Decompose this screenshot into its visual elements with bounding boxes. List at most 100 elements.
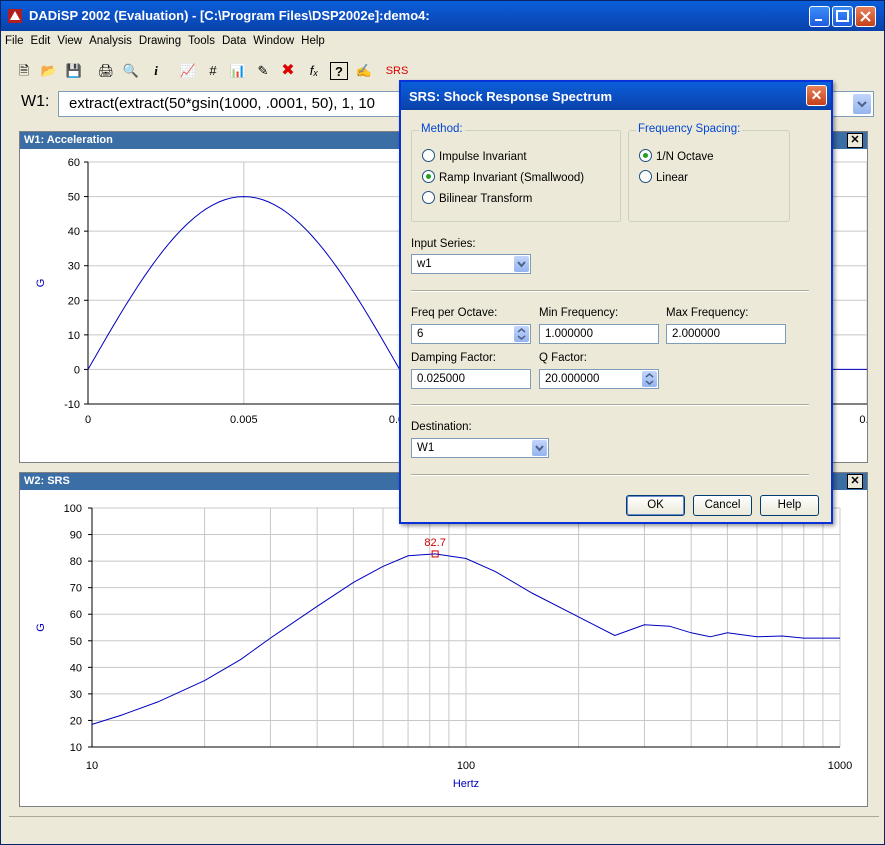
chevron-down-icon[interactable] (514, 256, 529, 272)
cancel-button[interactable]: Cancel (693, 495, 752, 516)
method-bilinear-radio[interactable]: Bilinear Transform (422, 191, 532, 205)
method-impulse-radio[interactable]: Impulse Invariant (422, 149, 527, 163)
method-label: Method: (419, 123, 465, 135)
close-button[interactable] (855, 6, 876, 27)
function-icon[interactable]: fₓ (305, 62, 323, 80)
radio-circle-selected (422, 170, 435, 183)
ok-button[interactable]: OK (626, 495, 685, 516)
w2-y-tick-label: 20 (70, 715, 82, 727)
bar-chart-icon[interactable]: 📊 (229, 62, 247, 80)
w2-y-tick-label: 60 (70, 609, 82, 621)
stop-icon[interactable]: ✖ (279, 62, 297, 80)
w2-y-axis-label: G (35, 623, 47, 632)
divider (411, 474, 809, 476)
command-text: extract(extract(50*gsin(1000, .0001, 50)… (69, 95, 376, 112)
destination-value: W1 (417, 442, 435, 454)
radio-label: Bilinear Transform (439, 193, 533, 205)
freq-per-octave-spinner[interactable]: 6 (411, 324, 531, 344)
menu-window[interactable]: Window (249, 31, 297, 47)
menu-file[interactable]: File (1, 31, 27, 47)
radio-circle (639, 170, 652, 183)
w2-title: W2: SRS (24, 475, 70, 487)
w1-x-tick-label: 0.0 (859, 414, 867, 426)
print-preview-icon[interactable]: 🔍 (122, 62, 140, 80)
window-title: DADiSP 2002 (Evaluation) - [C:\Program F… (29, 8, 430, 23)
spinner-arrows-icon[interactable] (642, 371, 657, 387)
new-file-icon[interactable]: 🗎 (15, 62, 33, 80)
w1-y-tick-label: 30 (68, 261, 80, 273)
w1-y-tick-label: 10 (68, 330, 80, 342)
radio-circle (422, 191, 435, 204)
radio-circle (422, 149, 435, 162)
grid-icon[interactable]: # (204, 62, 222, 80)
input-series-select[interactable]: w1 (411, 254, 531, 274)
w2-y-tick-label: 80 (70, 556, 82, 568)
edit-icon[interactable]: ✍ (355, 62, 373, 80)
w1-y-tick-label: 50 (68, 192, 80, 204)
dialog-close-icon[interactable]: ✕ (806, 85, 827, 106)
freq-per-octave-value: 6 (417, 328, 424, 340)
chevron-down-icon[interactable] (532, 440, 547, 456)
menu-edit[interactable]: Edit (27, 31, 54, 47)
annotate-icon[interactable]: ✎ (254, 62, 272, 80)
destination-select[interactable]: W1 (411, 438, 549, 458)
radio-label: Impulse Invariant (439, 151, 527, 163)
damping-label: Damping Factor: (411, 352, 497, 364)
w2-plot[interactable]: 100 90 80 70 60 50 40 30 20 10 10 100 1000 G Hertz 82.7 (20, 490, 867, 806)
damping-field[interactable]: 0.025000 (411, 369, 531, 389)
w1-title: W1: Acceleration (24, 134, 113, 146)
max-frequency-label: Max Frequency: (666, 307, 749, 319)
srs-button[interactable]: SRS (383, 62, 411, 80)
save-icon[interactable]: 💾 (65, 62, 83, 80)
w2-y-tick-label: 70 (70, 583, 82, 595)
open-folder-icon[interactable]: 📂 (40, 62, 58, 80)
line-chart-icon[interactable]: 📈 (179, 62, 197, 80)
spacing-octave-radio[interactable]: 1/N Octave (639, 149, 714, 163)
w2-x-tick-label: 1000 (828, 760, 852, 772)
spinner-arrows-icon[interactable] (514, 326, 529, 342)
w2-x-tick-label: 10 (86, 760, 98, 772)
q-factor-label: Q Factor: (539, 352, 587, 364)
menu-drawing[interactable]: Drawing (135, 31, 184, 47)
spacing-label: Frequency Spacing: (636, 123, 743, 135)
min-frequency-field[interactable]: 1.000000 (539, 324, 659, 344)
spacing-linear-radio[interactable]: Linear (639, 170, 688, 184)
divider (411, 404, 809, 406)
max-frequency-value: 2.000000 (672, 328, 720, 340)
print-icon[interactable]: 🖨 (97, 62, 115, 80)
w2-y-tick-label: 100 (64, 503, 82, 515)
dialog-title-bar: SRS: Shock Response Spectrum ✕ (401, 82, 831, 110)
spacing-group: Frequency Spacing: 1/N Octave Linear (628, 123, 790, 222)
divider (411, 290, 809, 292)
help-button[interactable]: Help (760, 495, 819, 516)
q-factor-spinner[interactable]: 20.000000 (539, 369, 659, 389)
app-logo-icon (8, 9, 22, 23)
maximize-button[interactable] (832, 6, 853, 27)
command-dropdown-icon[interactable] (853, 94, 871, 114)
method-group: Method: Impulse Invariant Ramp Invariant… (411, 123, 621, 222)
max-frequency-field[interactable]: 2.000000 (666, 324, 786, 344)
w2-x-tick-label: 100 (457, 760, 475, 772)
title-bar: DADiSP 2002 (Evaluation) - [C:\Program F… (1, 1, 884, 31)
srs-dialog: SRS: Shock Response Spectrum ✕ Method: I… (399, 80, 833, 524)
w1-y-tick-label: 40 (68, 226, 80, 238)
w2-y-tick-label: 50 (70, 636, 82, 648)
w1-y-tick-label: 20 (68, 295, 80, 307)
menu-tools[interactable]: Tools (184, 31, 218, 47)
menu-data[interactable]: Data (218, 31, 249, 47)
input-series-label: Input Series: (411, 238, 476, 250)
w1-x-tick-label: 0 (85, 414, 91, 426)
info-icon[interactable]: i (147, 62, 165, 80)
damping-value: 0.025000 (417, 373, 465, 385)
menu-help[interactable]: Help (297, 31, 328, 47)
method-ramp-radio[interactable]: Ramp Invariant (Smallwood) (422, 170, 584, 184)
w2-close-icon[interactable]: ✕ (847, 474, 863, 489)
w1-close-icon[interactable]: ✕ (847, 133, 863, 148)
minimize-button[interactable] (809, 6, 830, 27)
radio-label: Ramp Invariant (Smallwood) (439, 172, 585, 184)
q-factor-value: 20.000000 (545, 373, 600, 385)
help-icon[interactable]: ? (330, 62, 348, 80)
command-label: W1: (21, 93, 50, 110)
menu-analysis[interactable]: Analysis (85, 31, 135, 47)
menu-view[interactable]: View (53, 31, 85, 47)
